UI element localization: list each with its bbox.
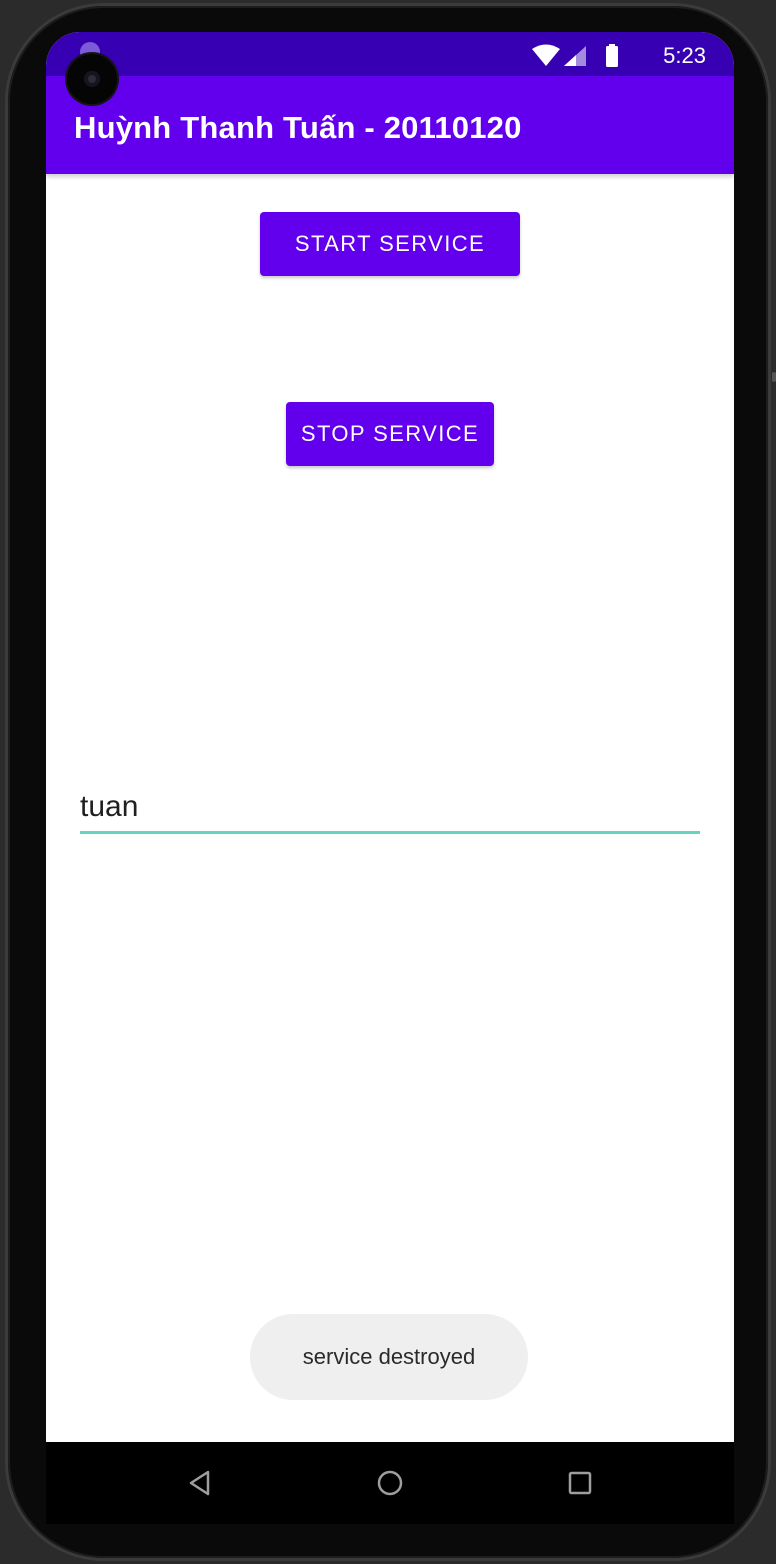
input-underline xyxy=(80,831,700,834)
power-button xyxy=(772,372,776,382)
home-button[interactable] xyxy=(370,1463,410,1503)
app-screen: 5:23 Huỳnh Thanh Tuấn - 20110120 START S… xyxy=(46,32,734,1442)
home-icon xyxy=(377,1470,403,1496)
app-title: Huỳnh Thanh Tuấn - 20110120 xyxy=(74,110,522,145)
recents-button[interactable] xyxy=(560,1463,600,1503)
name-input-value[interactable]: tuan xyxy=(80,790,138,824)
toast-message: service destroyed xyxy=(250,1314,528,1400)
name-input[interactable]: tuan xyxy=(80,782,700,834)
back-button[interactable] xyxy=(180,1463,220,1503)
navigation-bar xyxy=(46,1442,734,1524)
front-camera-icon xyxy=(67,54,117,104)
wifi-icon xyxy=(532,44,560,66)
start-service-button[interactable]: START SERVICE xyxy=(260,212,520,276)
status-bar: 5:23 xyxy=(46,32,734,76)
signal-icon xyxy=(564,46,586,66)
battery-icon xyxy=(606,44,618,67)
back-icon xyxy=(189,1470,210,1496)
stop-service-button[interactable]: STOP SERVICE xyxy=(286,402,494,466)
status-time: 5:23 xyxy=(663,43,706,68)
recents-icon xyxy=(568,1471,592,1495)
app-bar: Huỳnh Thanh Tuấn - 20110120 xyxy=(46,76,734,174)
status-icons xyxy=(532,44,618,67)
